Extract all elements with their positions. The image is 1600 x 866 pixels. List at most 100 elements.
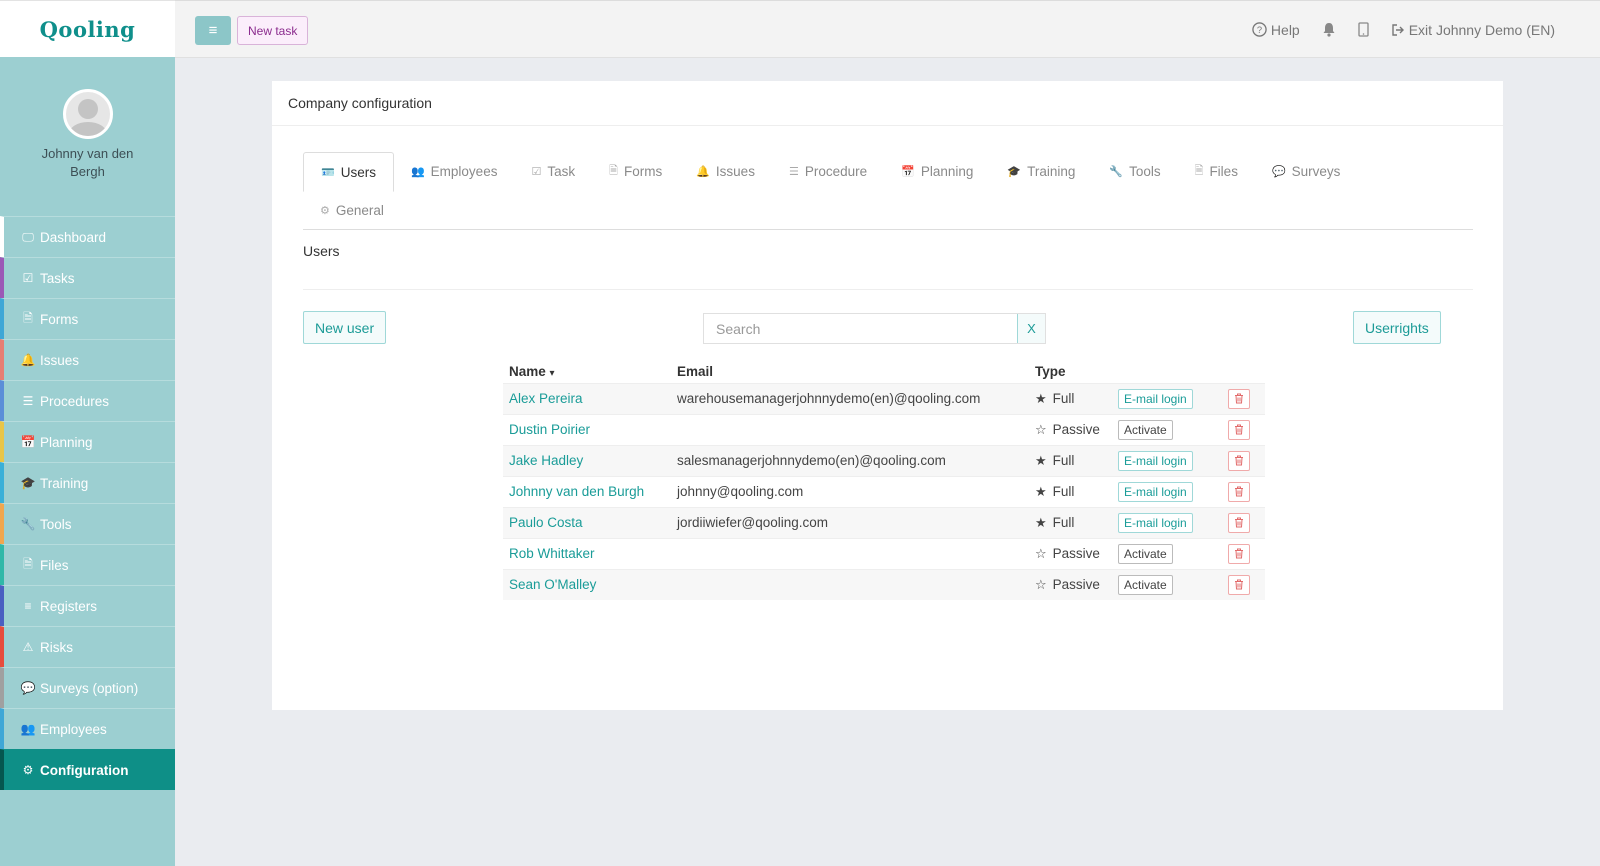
- star-filled-icon: ★: [1035, 483, 1047, 499]
- user-action-cell: E-mail login: [1112, 382, 1222, 414]
- monitor-icon: 🖵: [22, 229, 34, 244]
- users-table: Name ▾ Email Type Alex Pereira warehousem…: [503, 356, 1265, 600]
- user-action-cell: Activate: [1112, 413, 1222, 445]
- tab-training[interactable]: 🎓 Training: [990, 152, 1092, 191]
- user-name-link[interactable]: Alex Pereira: [503, 382, 671, 414]
- sidebar-item-issues[interactable]: 🔔 Issues: [0, 339, 175, 380]
- sidebar-item-label: Tasks: [40, 270, 75, 286]
- sidebar-item-surveys-option[interactable]: 💬 Surveys (option): [0, 667, 175, 708]
- delete-button[interactable]: [1228, 574, 1250, 595]
- sidebar-item-tasks[interactable]: ☑ Tasks: [0, 257, 175, 298]
- exit-link[interactable]: Exit Johnny Demo (EN): [1391, 22, 1555, 38]
- user-name-link[interactable]: Dustin Poirier: [503, 413, 671, 445]
- user-name-link[interactable]: Paulo Costa: [503, 506, 671, 538]
- delete-cell: [1222, 537, 1265, 569]
- tab-planning[interactable]: 📅 Planning: [884, 152, 990, 191]
- email-login-button[interactable]: E-mail login: [1118, 513, 1193, 533]
- sidebar-item-planning[interactable]: 📅 Planning: [0, 421, 175, 462]
- user-name-link[interactable]: Jake Hadley: [503, 444, 671, 476]
- divider: [303, 289, 1473, 290]
- tab-task[interactable]: ☑ Task: [514, 152, 592, 191]
- user-action-cell: E-mail login: [1112, 506, 1222, 538]
- column-header-actions: [1112, 356, 1222, 383]
- sidebar-item-employees[interactable]: 👥 Employees: [0, 708, 175, 749]
- new-task-button[interactable]: New task: [237, 16, 309, 45]
- tab-label: Surveys: [1291, 164, 1341, 179]
- table-row: Rob Whittaker ☆ Passive Activate: [503, 537, 1265, 569]
- help-link[interactable]: ? Help: [1252, 22, 1300, 38]
- sidebar-item-label: Files: [40, 557, 69, 573]
- sidebar-item-files[interactable]: 🗎 Files: [0, 544, 175, 585]
- sidebar-item-label: Dashboard: [40, 229, 107, 245]
- delete-button[interactable]: [1228, 419, 1250, 440]
- user-name-link[interactable]: Sean O'Malley: [503, 568, 671, 600]
- sidebar-item-registers[interactable]: ≡ Registers: [0, 585, 175, 626]
- logo[interactable]: Qooling: [40, 17, 136, 42]
- delete-button[interactable]: [1228, 481, 1250, 502]
- sidebar-item-risks[interactable]: ⚠ Risks: [0, 626, 175, 667]
- tab-label: Planning: [920, 164, 974, 179]
- delete-button[interactable]: [1228, 512, 1250, 533]
- user-name-link[interactable]: Rob Whittaker: [503, 537, 671, 569]
- delete-cell: [1222, 475, 1265, 507]
- email-login-button[interactable]: E-mail login: [1118, 389, 1193, 409]
- user-type-cell: ☆ Passive: [1029, 537, 1112, 569]
- email-login-button[interactable]: E-mail login: [1118, 451, 1193, 471]
- calendar-icon: 📅: [901, 166, 915, 178]
- clear-search-button[interactable]: X: [1017, 314, 1045, 343]
- tab-forms[interactable]: 🗎 Forms: [592, 152, 679, 191]
- tab-employees[interactable]: 👥 Employees: [394, 152, 515, 191]
- activate-button[interactable]: Activate: [1118, 544, 1173, 564]
- exit-label: Exit Johnny Demo (EN): [1408, 21, 1555, 38]
- email-login-button[interactable]: E-mail login: [1118, 482, 1193, 502]
- trash-icon: [1235, 424, 1243, 435]
- activate-button[interactable]: Activate: [1118, 575, 1173, 596]
- sidebar-item-procedures[interactable]: ☰ Procedures: [0, 380, 175, 421]
- notifications-button[interactable]: [1322, 22, 1336, 37]
- tab-label: Task: [547, 164, 576, 179]
- sidebar-item-label: Registers: [40, 598, 98, 614]
- sidebar: Qooling Johnny van den Bergh 🖵 Dashboard ☑…: [0, 0, 175, 866]
- sidebar-item-label: Tools: [40, 516, 72, 532]
- delete-button[interactable]: [1228, 450, 1250, 471]
- tab-general[interactable]: ⚙ General: [303, 191, 401, 230]
- sort-desc-icon: ▾: [549, 367, 555, 379]
- delete-cell: [1222, 413, 1265, 445]
- tab-label: Users: [340, 164, 376, 180]
- calendar-icon: 📅: [20, 435, 36, 449]
- tab-tools[interactable]: 🔧 Tools: [1092, 152, 1177, 191]
- new-user-button[interactable]: New user: [303, 311, 387, 344]
- gear-icon: ⚙: [22, 763, 34, 777]
- sidebar-item-configuration[interactable]: ⚙ Configuration: [0, 749, 175, 790]
- search-input[interactable]: [704, 314, 1017, 343]
- tab-procedure[interactable]: ☰ Procedure: [772, 152, 884, 191]
- tab-files[interactable]: 🗎 Files: [1178, 152, 1255, 191]
- user-type: Passive: [1052, 577, 1100, 593]
- avatar[interactable]: [62, 89, 113, 139]
- sidebar-item-training[interactable]: 🎓 Training: [0, 462, 175, 503]
- sidebar-item-dashboard[interactable]: 🖵 Dashboard: [0, 216, 175, 257]
- userrights-button[interactable]: Userrights: [1353, 311, 1441, 344]
- help-icon: ?: [1252, 22, 1267, 37]
- user-email: johnny@qooling.com: [671, 475, 1029, 507]
- delete-button[interactable]: [1228, 388, 1250, 409]
- device-button[interactable]: [1358, 22, 1369, 37]
- tab-surveys[interactable]: 💬 Surveys: [1255, 152, 1357, 191]
- star-empty-icon: ☆: [1035, 545, 1047, 561]
- help-label: Help: [1270, 21, 1300, 38]
- sidebar-item-forms[interactable]: 🗎 Forms: [0, 298, 175, 339]
- star-filled-icon: ★: [1035, 514, 1047, 530]
- activate-button[interactable]: Activate: [1118, 420, 1173, 440]
- user-name-link[interactable]: Johnny van den Burgh: [503, 475, 671, 507]
- comment-icon: 💬: [20, 681, 36, 695]
- trash-icon: [1235, 579, 1243, 590]
- tab-issues[interactable]: 🔔 Issues: [679, 152, 772, 191]
- config-card: Company configuration 🪪 Users 👥 Employees ☑ T…: [272, 81, 1503, 710]
- delete-button[interactable]: [1228, 543, 1250, 564]
- tab-label: Issues: [715, 164, 755, 179]
- menu-toggle-button[interactable]: ≡: [195, 16, 231, 45]
- tab-users[interactable]: 🪪 Users: [303, 152, 394, 192]
- sidebar-item-tools[interactable]: 🔧 Tools: [0, 503, 175, 544]
- trash-icon: [1235, 517, 1243, 528]
- column-header-name[interactable]: Name ▾: [503, 356, 671, 383]
